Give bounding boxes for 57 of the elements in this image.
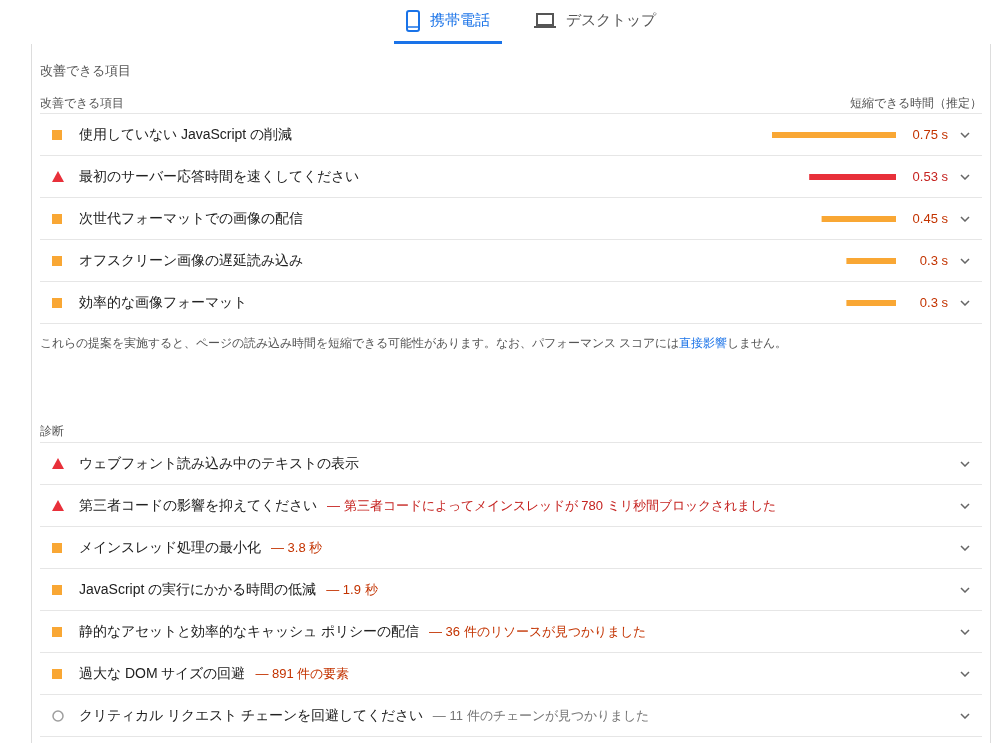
square-icon [52, 584, 62, 595]
phone-icon [406, 9, 420, 32]
section-title: 改善できる項目 [40, 62, 132, 80]
circle-icon [52, 709, 64, 722]
savings-value: 0.75 s [911, 127, 948, 142]
chevron-down-icon[interactable] [960, 628, 970, 635]
square-icon [52, 668, 62, 679]
square-icon [52, 213, 62, 224]
chevron-down-icon[interactable] [960, 586, 970, 593]
chevron-down-icon[interactable] [960, 173, 970, 180]
square-icon [52, 255, 62, 266]
chevron-down-icon[interactable] [960, 131, 970, 138]
square-icon [52, 626, 62, 637]
audit-detail: — 1.9 秒 [326, 580, 378, 599]
device-tab[interactable]: デスクトップ [522, 0, 668, 44]
audit-title: 次世代フォーマットでの画像の配信 [79, 209, 303, 228]
square-icon [52, 542, 62, 553]
audit-title: 効率的な画像フォーマット [79, 293, 247, 312]
audit-title: 使用していない JavaScript の削減 [79, 125, 293, 144]
chevron-down-icon[interactable] [960, 712, 970, 719]
chevron-down-icon[interactable] [960, 257, 970, 264]
audit-title: ウェブフォント読み込み中のテキストの表示 [79, 454, 359, 473]
chevron-down-icon[interactable] [960, 502, 970, 509]
audit-title: 最初のサーバー応答時間を速くしてください [79, 167, 359, 186]
column-header: 改善できる項目 [40, 95, 124, 112]
device-tab[interactable]: 携帯電話 [394, 0, 502, 44]
chevron-down-icon[interactable] [960, 544, 970, 551]
audit-title: JavaScript の実行にかかる時間の低減 [79, 580, 317, 599]
chevron-down-icon[interactable] [960, 670, 970, 677]
audit-title: 第三者コードの影響を抑えてください [79, 496, 317, 515]
warning-triangle-icon [52, 171, 64, 182]
chevron-down-icon[interactable] [960, 215, 970, 222]
audit-title: 過大な DOM サイズの回避 [79, 664, 246, 683]
warning-triangle-icon [52, 458, 64, 469]
savings-value: 0.3 s [918, 253, 948, 268]
audit-detail: — 第三者コードによってメインスレッドが 780 ミリ秒間ブロックされました [327, 496, 776, 515]
audit-title: メインスレッド処理の最小化 [79, 538, 261, 557]
savings-value: 0.45 s [911, 211, 948, 226]
savings-value: 0.53 s [911, 169, 948, 184]
link[interactable]: 直接影響 [679, 336, 728, 350]
chevron-down-icon[interactable] [960, 460, 970, 467]
laptop-icon [534, 12, 556, 29]
audit-title: クリティカル リクエスト チェーンを回避してください [79, 706, 423, 725]
column-header: 短縮できる時間（推定） [850, 95, 982, 112]
square-icon [52, 129, 62, 140]
footnote: これらの提案を実施すると、ページの読み込み時間を短縮できる可能性があります。なお、パフォーマンス スコアには直接影響しません。 [40, 335, 789, 352]
audit-title: 静的なアセットと効率的なキャッシュ ポリシーの配信 [79, 622, 419, 641]
audit-title: オフスクリーン画像の遅延読み込み [79, 251, 303, 270]
audit-detail: — 36 件のリソースが見つかりました [428, 622, 646, 641]
warning-triangle-icon [52, 500, 64, 511]
audit-detail: — 11 件のチェーンが見つかりました [432, 706, 649, 725]
audit-detail: — 891 件の要素 [255, 664, 350, 683]
audit-detail: — 3.8 秒 [271, 538, 323, 557]
square-icon [52, 297, 62, 308]
savings-value: 0.3 s [918, 295, 948, 310]
chevron-down-icon[interactable] [960, 299, 970, 306]
section-title: 診断 [40, 423, 65, 440]
